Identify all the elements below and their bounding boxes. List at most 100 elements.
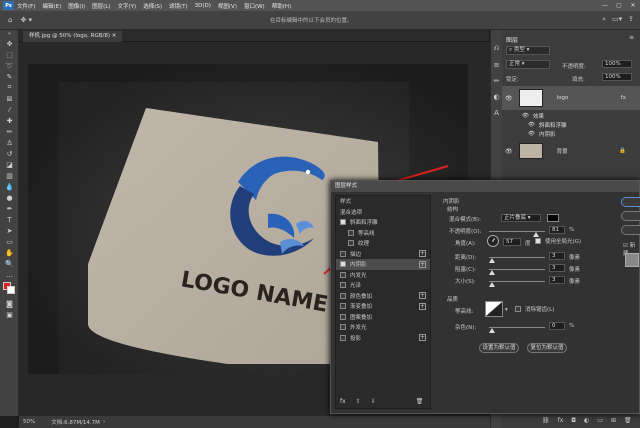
- panel-menu-icon[interactable]: ≡: [629, 34, 634, 41]
- dodge-tool-icon[interactable]: ●: [0, 192, 19, 203]
- noise-slider[interactable]: [489, 327, 545, 328]
- angle-dial[interactable]: [487, 235, 499, 247]
- checkbox[interactable]: [340, 219, 346, 226]
- opacity-field[interactable]: 81: [549, 226, 565, 234]
- menu-file[interactable]: 文件(F): [17, 2, 35, 10]
- style-bevel-emboss[interactable]: 斜面和浮雕: [336, 217, 430, 228]
- dialog-title[interactable]: 图层样式: [331, 181, 639, 192]
- eraser-icon[interactable]: ◪: [0, 159, 19, 170]
- fx-icon[interactable]: fx: [621, 95, 626, 101]
- contour-picker[interactable]: [485, 301, 503, 317]
- layer-effect-bevel[interactable]: 👁 斜面和浮雕: [502, 120, 640, 129]
- distance-slider[interactable]: [489, 257, 545, 258]
- maximize-icon[interactable]: ▢: [612, 0, 626, 11]
- hand-tool-icon[interactable]: ✋: [0, 247, 19, 258]
- eye-icon[interactable]: 👁: [505, 148, 513, 155]
- style-contour[interactable]: 等高线: [336, 228, 430, 239]
- add-icon[interactable]: +: [419, 334, 426, 342]
- menu-window[interactable]: 窗口(W): [244, 2, 265, 10]
- eye-icon[interactable]: 👁: [505, 95, 513, 102]
- cancel-button[interactable]: [621, 211, 640, 221]
- style-drop-shadow[interactable]: 投影 +: [336, 333, 430, 344]
- fill-field[interactable]: 100%: [602, 73, 632, 81]
- close-icon[interactable]: ✕: [626, 0, 640, 11]
- eyedropper-icon[interactable]: ⁄: [0, 104, 19, 115]
- style-gradient-overlay[interactable]: 渐变叠加 +: [336, 301, 430, 312]
- blend-options-item[interactable]: 混合选项: [336, 207, 430, 218]
- choke-field[interactable]: 3: [549, 264, 565, 272]
- layer-row-background[interactable]: 👁 背景 🔒: [502, 140, 640, 162]
- checkbox[interactable]: [348, 229, 354, 236]
- eye-icon[interactable]: 👁: [528, 122, 535, 128]
- screen-mode-icon[interactable]: ▣: [0, 309, 19, 320]
- brush-panel-icon[interactable]: ✏: [491, 77, 502, 85]
- checkbox[interactable]: [340, 250, 346, 257]
- layer-effect-inner-shadow[interactable]: 👁 内阴影: [502, 129, 640, 138]
- shadow-color-swatch[interactable]: [547, 214, 559, 222]
- stamp-tool-icon[interactable]: ♙: [0, 137, 19, 148]
- size-slider-knob[interactable]: [489, 282, 495, 287]
- styles-header[interactable]: 样式: [336, 196, 430, 207]
- adjustment-icon[interactable]: ◐: [584, 417, 589, 424]
- ok-button[interactable]: [621, 197, 640, 207]
- more-tools-icon[interactable]: …: [0, 269, 19, 280]
- angle-field[interactable]: 57: [503, 238, 521, 246]
- workspace-icon[interactable]: ▭▾: [612, 15, 622, 24]
- shape-tool-icon[interactable]: ▭: [0, 236, 19, 247]
- menu-select[interactable]: 选择(S): [143, 2, 162, 10]
- menu-image[interactable]: 图像(I): [68, 2, 85, 10]
- noise-field[interactable]: 0: [549, 322, 565, 330]
- minimize-icon[interactable]: —: [598, 0, 612, 11]
- marquee-tool-icon[interactable]: ⬚: [0, 49, 19, 60]
- layer-name[interactable]: 背景: [557, 147, 568, 155]
- move-tool-icon[interactable]: ✥ ▾: [20, 16, 32, 24]
- checkbox[interactable]: [340, 303, 346, 310]
- layer-row-logo[interactable]: 👁 logo fx: [502, 86, 640, 110]
- home-icon[interactable]: ⌂: [8, 16, 12, 24]
- checkbox[interactable]: [340, 271, 346, 278]
- crop-tool-icon[interactable]: ⌗: [0, 82, 19, 93]
- style-color-overlay[interactable]: 颜色叠加 +: [336, 291, 430, 302]
- distance-field[interactable]: 3: [549, 252, 565, 260]
- layer-name[interactable]: logo: [557, 95, 569, 101]
- set-default-button[interactable]: 设置为默认值: [479, 343, 519, 353]
- add-icon[interactable]: +: [419, 292, 426, 300]
- size-slider[interactable]: [489, 281, 545, 282]
- lasso-tool-icon[interactable]: ➰: [0, 60, 19, 71]
- menu-type[interactable]: 文字(Y): [118, 2, 137, 10]
- zoom-tool-icon[interactable]: 🔍: [0, 258, 19, 269]
- menu-filter[interactable]: 滤镜(T): [169, 2, 188, 10]
- global-light-checkbox[interactable]: 使用全局光(G): [535, 236, 581, 247]
- trash-icon[interactable]: 🗑: [624, 417, 632, 424]
- checkbox[interactable]: [340, 261, 346, 268]
- chevron-right-icon[interactable]: ›: [103, 419, 105, 425]
- document-tab[interactable]: 样机.jpg @ 50% (logo, RGB/8) ✕: [23, 31, 123, 42]
- anti-alias-checkbox[interactable]: 消除锯齿(L): [515, 304, 554, 315]
- style-satin[interactable]: 光泽: [336, 280, 430, 291]
- size-field[interactable]: 3: [549, 276, 565, 284]
- menu-edit[interactable]: 编辑(E): [42, 2, 61, 10]
- color-swatches[interactable]: [0, 280, 18, 298]
- character-icon[interactable]: A: [491, 109, 502, 117]
- fx-button-icon[interactable]: fx: [558, 417, 564, 424]
- healing-brush-icon[interactable]: ✚: [0, 115, 19, 126]
- checkbox[interactable]: [340, 313, 346, 320]
- history-icon[interactable]: ⎌: [491, 44, 502, 53]
- move-tool-icon[interactable]: ✥: [0, 38, 19, 49]
- brush-tool-icon[interactable]: ✏: [0, 126, 19, 137]
- mask-icon[interactable]: ◘: [571, 417, 576, 424]
- style-inner-shadow[interactable]: 内阴影 +: [336, 259, 430, 270]
- zoom-level[interactable]: 50%: [23, 419, 35, 425]
- menu-3d[interactable]: 3D(D): [195, 3, 211, 9]
- checkbox[interactable]: [340, 292, 346, 299]
- opacity-field[interactable]: 100%: [602, 60, 632, 68]
- quick-mask-icon[interactable]: ◙: [0, 298, 19, 309]
- gradient-tool-icon[interactable]: ▥: [0, 170, 19, 181]
- style-inner-glow[interactable]: 内发光: [336, 270, 430, 281]
- menu-view[interactable]: 视图(V): [218, 2, 237, 10]
- path-select-icon[interactable]: ➤: [0, 225, 19, 236]
- quick-select-icon[interactable]: ✎: [0, 71, 19, 82]
- frame-tool-icon[interactable]: ⊠: [0, 93, 19, 104]
- adjustments-icon[interactable]: ◐: [491, 93, 502, 101]
- add-icon[interactable]: +: [419, 250, 426, 258]
